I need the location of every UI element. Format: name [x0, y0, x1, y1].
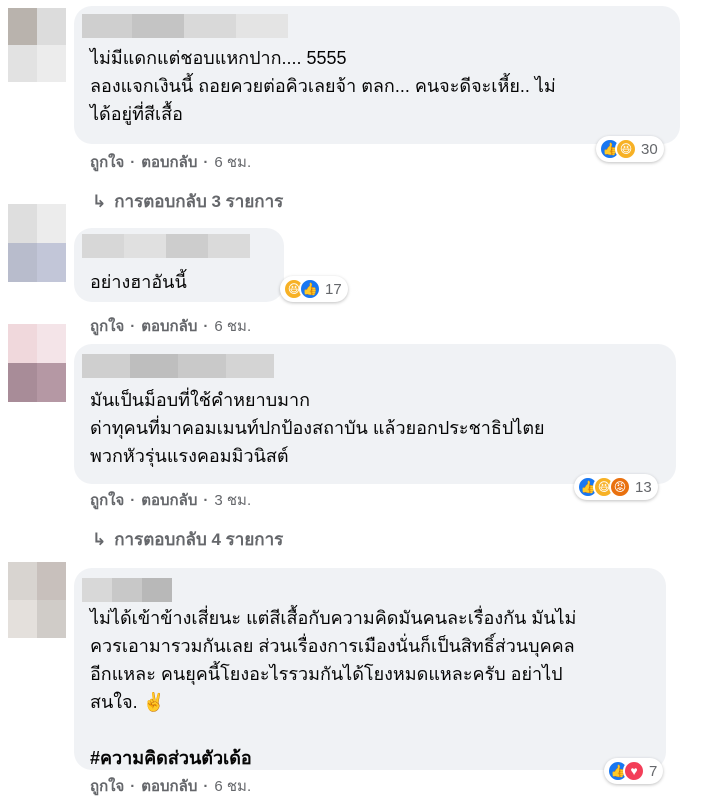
comment-bubble: อย่างฮาอันนี้ — [74, 228, 284, 302]
separator-dot: · — [203, 777, 209, 795]
commenter-avatar[interactable] — [8, 562, 66, 638]
reaction-count: 30 — [641, 140, 658, 158]
reply-arrow-icon: ↳ — [92, 529, 107, 549]
like-link[interactable]: ถูกใจ — [90, 488, 124, 512]
commenter-avatar[interactable] — [8, 204, 66, 282]
comment-timestamp[interactable]: 3 ชม. — [214, 488, 251, 512]
reaction-count: 17 — [325, 280, 342, 298]
view-replies-link[interactable]: ↳ การตอบกลับ 4 รายการ — [92, 526, 283, 553]
comment-timestamp[interactable]: 6 ชม. — [214, 314, 251, 338]
comment-actions: ถูกใจ · ตอบกลับ · 6 ชม. — [90, 150, 251, 174]
reply-arrow-icon: ↳ — [92, 191, 107, 211]
like-link[interactable]: ถูกใจ — [90, 314, 124, 338]
reaction-summary[interactable]: 👍 ♥ 7 — [604, 758, 664, 784]
commenter-avatar[interactable] — [8, 324, 66, 402]
reply-link[interactable]: ตอบกลับ — [141, 314, 197, 338]
reaction-count: 13 — [635, 478, 652, 496]
separator-dot: · — [130, 491, 136, 509]
commenter-name-blurred[interactable] — [82, 234, 250, 258]
angry-icon: 😡 — [609, 476, 631, 498]
commenter-name-blurred[interactable] — [82, 354, 274, 378]
love-icon: ♥ — [623, 760, 645, 782]
reply-link[interactable]: ตอบกลับ — [141, 774, 197, 798]
comment-timestamp[interactable]: 6 ชม. — [214, 150, 251, 174]
separator-dot: · — [130, 153, 136, 171]
reaction-summary[interactable]: 😆 👍 17 — [280, 276, 348, 302]
reply-link[interactable]: ตอบกลับ — [141, 488, 197, 512]
comment-timestamp[interactable]: 6 ชม. — [214, 774, 251, 798]
replies-count-label: การตอบกลับ 4 รายการ — [114, 530, 284, 549]
comment-bubble: มันเป็นม็อบที่ใช้คำหยาบมาก ด่าทุคนที่มาค… — [74, 344, 676, 484]
comment-bubble: ไม่ได้เข้าข้างเสี่ยนะ แต่สีเสื้อกับความค… — [74, 568, 666, 770]
like-link[interactable]: ถูกใจ — [90, 150, 124, 174]
separator-dot: · — [130, 777, 136, 795]
haha-icon: 😆 — [615, 138, 637, 160]
like-link[interactable]: ถูกใจ — [90, 774, 124, 798]
comment-text: มันเป็นม็อบที่ใช้คำหยาบมาก ด่าทุคนที่มาค… — [90, 390, 545, 466]
commenter-name-blurred[interactable] — [82, 14, 288, 38]
comment-actions: ถูกใจ · ตอบกลับ · 6 ชม. — [90, 314, 251, 338]
reaction-summary[interactable]: 👍 😆 😡 13 — [574, 474, 658, 500]
separator-dot: · — [203, 317, 209, 335]
commenter-name-blurred[interactable] — [82, 578, 172, 602]
commenter-avatar[interactable] — [8, 8, 66, 82]
comment-actions: ถูกใจ · ตอบกลับ · 3 ชม. — [90, 488, 251, 512]
reaction-count: 7 — [649, 762, 658, 780]
view-replies-link[interactable]: ↳ การตอบกลับ 3 รายการ — [92, 188, 283, 215]
comment-text: ไม่มีแดกแต่ชอบแหกปาก.... 5555 ลองแจกเงิน… — [90, 48, 556, 124]
reaction-summary[interactable]: 👍 😆 30 — [596, 136, 664, 162]
replies-count-label: การตอบกลับ 3 รายการ — [114, 192, 284, 211]
separator-dot: · — [130, 317, 136, 335]
comment-bubble: ไม่มีแดกแต่ชอบแหกปาก.... 5555 ลองแจกเงิน… — [74, 6, 680, 144]
reply-link[interactable]: ตอบกลับ — [141, 150, 197, 174]
comment-text: อย่างฮาอันนี้ — [90, 272, 187, 292]
separator-dot: · — [203, 153, 209, 171]
comment-actions: ถูกใจ · ตอบกลับ · 6 ชม. — [90, 774, 251, 798]
separator-dot: · — [203, 491, 209, 509]
comment-text: ไม่ได้เข้าข้างเสี่ยนะ แต่สีเสื้อกับความค… — [90, 608, 577, 712]
like-icon: 👍 — [299, 278, 321, 300]
